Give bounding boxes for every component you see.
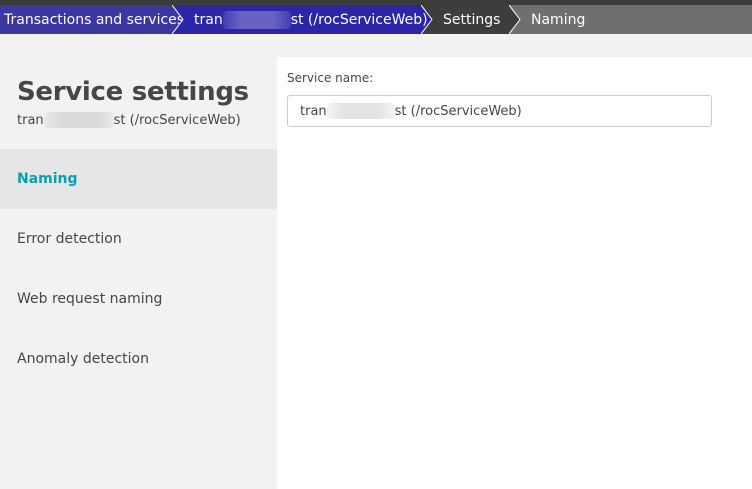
breadcrumb-settings-label: Settings [443, 11, 501, 28]
page-title: Service settings [17, 77, 249, 107]
redacted-text [222, 10, 291, 29]
redacted-text [43, 112, 114, 128]
service-name-label: Service name: [287, 71, 374, 85]
service-name-input[interactable]: tran st (/rocServiceWeb) [287, 95, 712, 127]
service-subtitle: tran st (/rocServiceWeb) [17, 112, 241, 128]
redacted-text [326, 103, 395, 119]
sidebar-item-anomaly-detection[interactable]: Anomaly detection [0, 329, 277, 389]
sidebar-item-naming[interactable]: Naming [0, 149, 277, 209]
breadcrumb: Naming Settings tran st (/rocServiceWeb) … [0, 5, 752, 34]
sidebar-item-error-detection[interactable]: Error detection [0, 209, 277, 269]
breadcrumb-transactions-label: Transactions and services [4, 11, 185, 28]
settings-main-panel: Service name: tran st (/rocServiceWeb) [277, 57, 752, 489]
breadcrumb-service-label: tran st (/rocServiceWeb) [194, 10, 428, 29]
settings-sidebar: Service settings tran st (/rocServiceWeb)… [0, 34, 277, 489]
breadcrumb-transactions-and-services[interactable]: Transactions and services [0, 5, 183, 34]
sidebar-item-web-request-naming[interactable]: Web request naming [0, 269, 277, 329]
breadcrumb-naming-label: Naming [531, 11, 586, 28]
